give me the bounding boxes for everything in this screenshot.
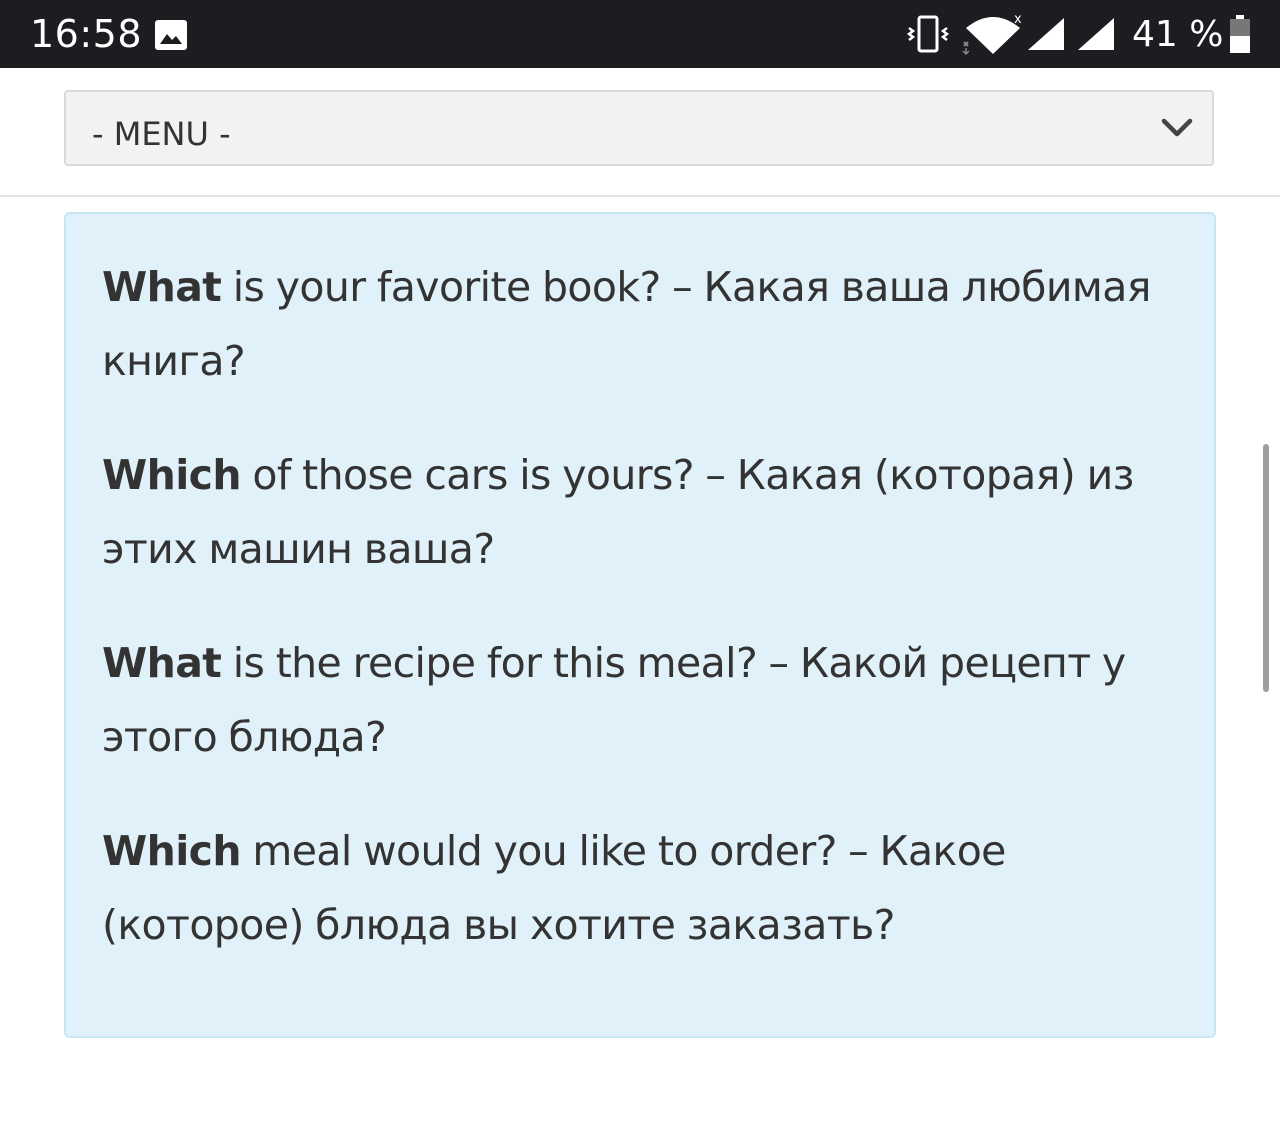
menu-select-value: - MENU - <box>92 115 231 153</box>
next-section-heading-clipped <box>64 1128 1214 1142</box>
example-text: is the recipe for this meal? – Какой рец… <box>102 639 1126 761</box>
battery-icon <box>1230 15 1250 53</box>
scrollbar-thumb[interactable] <box>1263 444 1269 692</box>
status-bar: 16:58 x 41 % <box>0 0 1280 68</box>
status-time: 16:58 <box>30 12 143 56</box>
signal-icon <box>1028 18 1064 50</box>
menu-select[interactable]: - MENU - <box>64 90 1214 166</box>
wifi-icon: x <box>962 12 1022 56</box>
example-keyword: Which <box>102 451 242 499</box>
signal-icon <box>1078 18 1114 50</box>
gallery-icon <box>155 20 187 50</box>
chevron-down-icon <box>1161 118 1193 137</box>
header-divider <box>0 195 1280 197</box>
battery-level: 41 % <box>1132 14 1224 55</box>
example-sentence: Which of those cars is yours? – Какая (к… <box>102 438 1178 586</box>
example-keyword: Which <box>102 827 242 875</box>
example-sentence: What is the recipe for this meal? – Како… <box>102 626 1178 774</box>
vibrate-icon <box>906 15 950 53</box>
example-sentence: Which meal would you like to order? – Ка… <box>102 814 1178 962</box>
example-text: is your favorite book? – Какая ваша люби… <box>102 263 1151 385</box>
examples-box: What is your favorite book? – Какая ваша… <box>64 212 1216 1038</box>
svg-text:x: x <box>1014 12 1022 27</box>
example-text: of those cars is yours? – Какая (которая… <box>102 451 1134 573</box>
example-keyword: What <box>102 263 222 311</box>
example-keyword: What <box>102 639 222 687</box>
example-sentence: What is your favorite book? – Какая ваша… <box>102 250 1178 398</box>
